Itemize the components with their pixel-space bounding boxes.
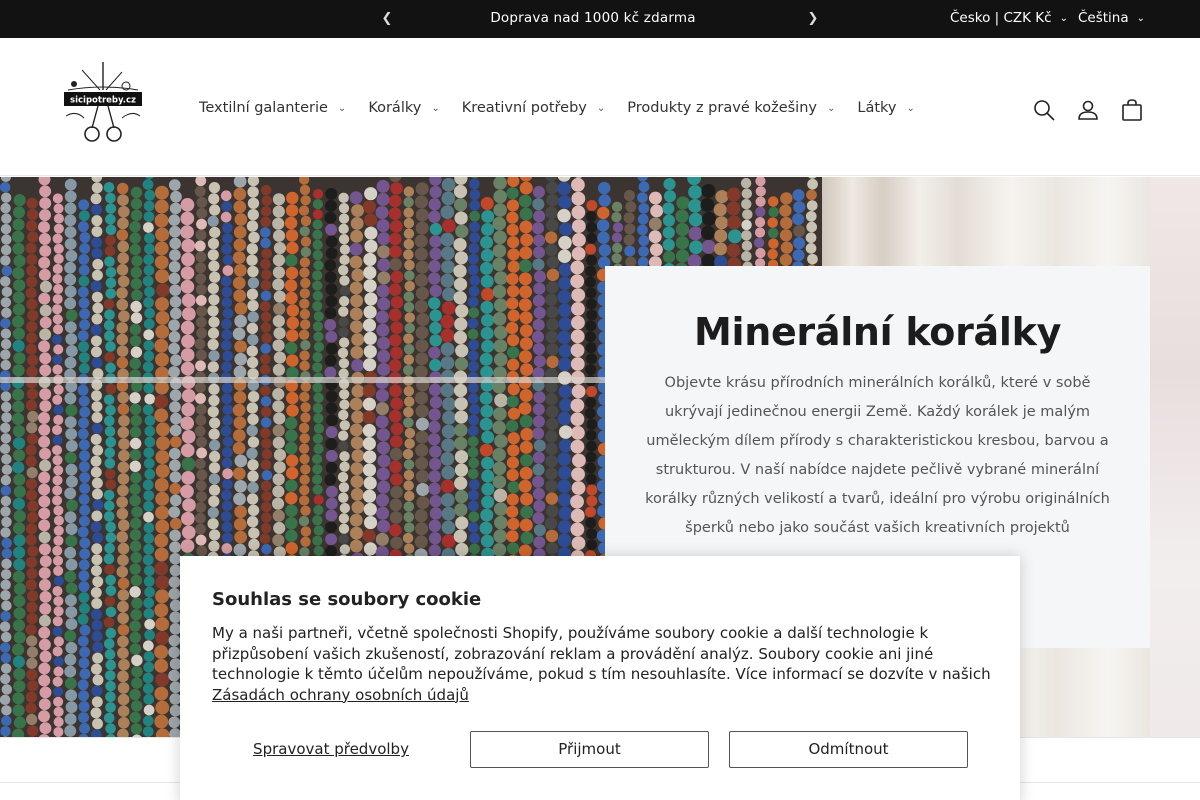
cookie-banner: Souhlas se soubory cookie My a naši part… (180, 556, 1020, 800)
main-nav: Textilní galanterie ⌄ Korálky ⌄ Kreativní … (199, 100, 937, 116)
chevron-down-icon: ⌄ (906, 103, 915, 114)
chevron-down-icon: ⌄ (431, 103, 440, 114)
language-selector-label: Čeština (1078, 10, 1129, 26)
logo[interactable]: sicipotreby.cz (62, 60, 144, 146)
decline-button[interactable]: Odmítnout (729, 731, 968, 768)
logo-text: sicipotreby.cz (70, 96, 136, 106)
chevron-down-icon: ⌄ (337, 103, 347, 114)
nav-item-label: Kreativní potřeby (461, 100, 587, 116)
manage-preferences-button[interactable]: Spravovat předvolby (212, 731, 450, 768)
nav-item-koralky[interactable]: Korálky ⌄ (368, 100, 439, 116)
privacy-policy-link[interactable]: Zásadách ochrany osobních údajů (212, 686, 469, 704)
announcement-bar: ❮ Doprava nad 1000 kč zdarma ❯ Česko | C… (0, 0, 1200, 38)
nav-item-kreativni-potreby[interactable]: Kreativní potřeby ⌄ (462, 100, 606, 116)
hero-description: Objevte krásu přírodních minerálních kor… (645, 375, 1110, 536)
hero-title: Minerální korálky (693, 310, 1062, 354)
account-icon[interactable] (1076, 98, 1100, 122)
search-icon[interactable] (1032, 98, 1056, 122)
chevron-down-icon: ⌄ (827, 103, 836, 114)
country-selector[interactable]: Česko | CZK Kč ⌄ (950, 10, 1068, 26)
nav-item-label: Látky (857, 100, 897, 116)
nav-item-produkty-z-prave-kozesiny[interactable]: Produkty z pravé kožešiny ⌄ (627, 100, 835, 116)
chevron-down-icon: ⌄ (596, 103, 606, 114)
cart-icon[interactable] (1120, 98, 1144, 122)
site-header: sicipotreby.cz Textilní galanterie ⌄ Korá… (0, 38, 1200, 176)
country-selector-label: Česko | CZK Kč (950, 10, 1052, 26)
hero-image-window (1150, 177, 1200, 737)
cookie-body: My a naši partneři, včetně společnosti S… (212, 624, 991, 683)
nav-item-latky[interactable]: Látky ⌄ (857, 100, 915, 116)
language-selector[interactable]: Čeština ⌄ (1078, 10, 1145, 26)
accept-button[interactable]: Přijmout (470, 731, 709, 768)
chevron-down-icon: ⌄ (1136, 13, 1146, 24)
nav-item-label: Korálky (368, 100, 422, 116)
nav-item-textilni-galanterie[interactable]: Textilní galanterie ⌄ (199, 100, 346, 116)
chevron-right-icon[interactable]: ❯ (803, 9, 823, 29)
chevron-down-icon: ⌄ (1059, 13, 1068, 24)
cookie-title: Souhlas se soubory cookie (212, 589, 482, 610)
logo-image: sicipotreby.cz (64, 62, 142, 142)
nav-item-label: Textilní galanterie (199, 100, 328, 116)
nav-item-label: Produkty z pravé kožešiny (627, 100, 817, 116)
cookie-text: My a naši partneři, včetně společnosti S… (212, 623, 992, 705)
